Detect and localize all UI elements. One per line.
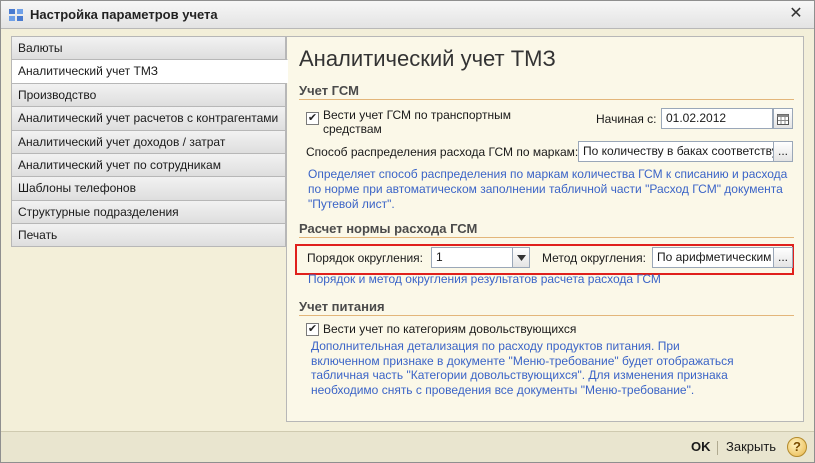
rounding-hint: Порядок и метод округления результатов р… [308, 272, 661, 286]
section-title-norm: Расчет нормы расхода ГСМ [299, 221, 478, 236]
calendar-icon[interactable] [773, 108, 793, 129]
title-bar: Настройка параметров учета ✕ [1, 1, 814, 29]
ok-button[interactable]: OK [691, 439, 711, 454]
distribution-method-hint: Определяет способ распределения по марка… [308, 167, 788, 211]
distribution-method-field[interactable]: По количеству в баках соответству [578, 141, 774, 162]
rounding-method-field[interactable]: По арифметическим п [652, 247, 774, 268]
settings-window-icon [9, 9, 23, 21]
section-divider [299, 99, 794, 100]
settings-window: Настройка параметров учета ✕ Валюты Анал… [0, 0, 815, 463]
dialog-footer: OK Закрыть ? [1, 431, 814, 462]
close-button[interactable]: Закрыть [726, 439, 776, 454]
vehicle-fuel-checkbox-label: Вести учет ГСМ по транспортным средствам [323, 108, 511, 136]
food-categories-checkbox[interactable]: ✔ [306, 323, 319, 336]
sidebar-item-employee-analytics[interactable]: Аналитический учет по сотрудникам [11, 152, 286, 177]
rounding-order-select[interactable]: 1 [431, 247, 513, 268]
sidebar-item-counterparty-analytics[interactable]: Аналитический учет расчетов с контрагент… [11, 106, 286, 130]
sidebar-item-departments[interactable]: Структурные подразделения [11, 199, 286, 224]
sidebar-item-phone-templates[interactable]: Шаблоны телефонов [11, 176, 286, 200]
chevron-down-icon[interactable] [512, 247, 530, 268]
start-date-label: Начиная с: [596, 112, 657, 126]
food-categories-checkbox-label: Вести учет по категориям довольствующихс… [323, 322, 577, 336]
section-title-fuel: Учет ГСМ [299, 83, 359, 98]
section-divider [299, 237, 794, 238]
sidebar-item-print[interactable]: Печать [11, 223, 286, 247]
rounding-method-select-button[interactable]: ... [773, 247, 793, 268]
page-title: Аналитический учет ТМЗ [299, 46, 556, 71]
close-icon[interactable]: ✕ [786, 4, 806, 24]
rounding-method-label: Метод округления: [542, 251, 646, 265]
settings-panel: Аналитический учет ТМЗ Учет ГСМ ✔ Вести … [286, 36, 804, 422]
window-title: Настройка параметров учета [30, 7, 218, 22]
sidebar-item-inventory-analytics[interactable]: Аналитический учет ТМЗ [11, 59, 288, 83]
sidebar-item-income-expense-analytics[interactable]: Аналитический учет доходов / затрат [11, 129, 286, 153]
food-categories-hint: Дополнительная детализация по расходу пр… [311, 339, 734, 397]
sidebar-item-currencies[interactable]: Валюты [11, 36, 286, 60]
settings-sidebar: Валюты Аналитический учет ТМЗ Производст… [11, 36, 288, 422]
rounding-order-label: Порядок округления: [307, 251, 424, 265]
distribution-method-label: Способ распределения расхода ГСМ по марк… [306, 145, 579, 159]
sidebar-item-production[interactable]: Производство [11, 82, 286, 107]
section-title-food: Учет питания [299, 299, 385, 314]
start-date-field[interactable]: 01.02.2012 [661, 108, 773, 129]
footer-separator [717, 441, 718, 455]
help-icon[interactable]: ? [787, 437, 807, 457]
distribution-method-select-button[interactable]: ... [773, 141, 793, 162]
section-divider [299, 315, 794, 316]
vehicle-fuel-checkbox[interactable]: ✔ [306, 112, 319, 125]
